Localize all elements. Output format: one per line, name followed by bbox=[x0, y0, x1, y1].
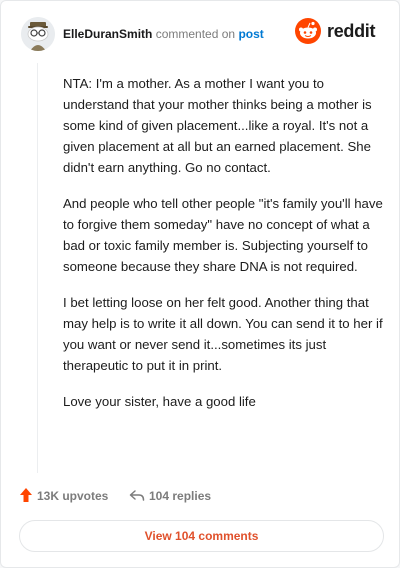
comment-paragraph: I bet letting loose on her felt good. An… bbox=[63, 295, 383, 373]
comment-body: NTA: I'm a mother. As a mother I want yo… bbox=[63, 73, 383, 427]
reddit-brand[interactable]: reddit bbox=[295, 18, 381, 48]
commented-on-label: commented on bbox=[155, 27, 236, 41]
comment-meta: ElleDuranSmith commented on post bbox=[63, 27, 264, 41]
comment-header: ElleDuranSmith commented on post reddit bbox=[21, 17, 381, 53]
post-link[interactable]: post bbox=[238, 27, 263, 41]
username-link[interactable]: ElleDuranSmith bbox=[63, 27, 152, 41]
comment-paragraph: NTA: I'm a mother. As a mother I want yo… bbox=[63, 76, 372, 175]
reply-arrow-icon bbox=[129, 490, 145, 501]
snoo-avatar-icon[interactable] bbox=[21, 17, 55, 51]
upvote-arrow-icon bbox=[20, 488, 32, 502]
thread-line bbox=[37, 63, 38, 473]
reddit-wordmark: reddit bbox=[327, 21, 376, 41]
comment-paragraph: And people who tell other people "it's f… bbox=[63, 196, 383, 274]
view-comments-button[interactable]: View 104 comments bbox=[19, 520, 384, 552]
reddit-logo-icon bbox=[295, 18, 321, 44]
reply-count: 104 replies bbox=[149, 489, 212, 503]
upvote-count: 13K upvotes bbox=[37, 489, 109, 503]
comment-paragraph: Love your sister, have a good life bbox=[63, 394, 256, 409]
comment-card: ElleDuranSmith commented on post reddit … bbox=[0, 0, 400, 568]
